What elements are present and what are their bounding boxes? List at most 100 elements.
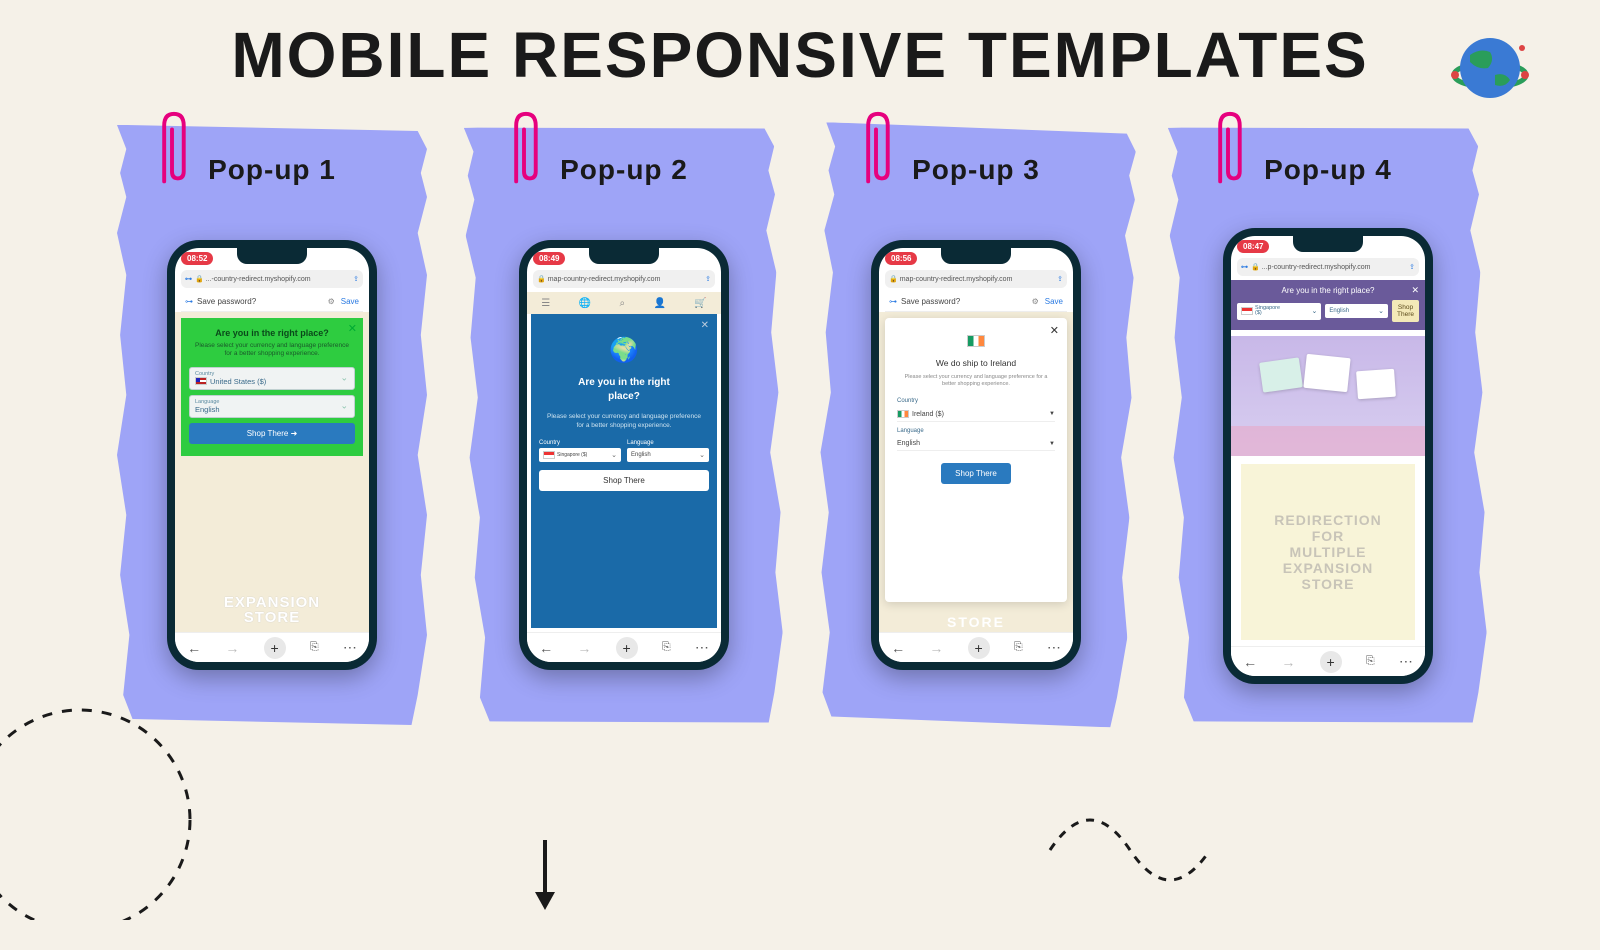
url-bar[interactable]: ⊶🔒...p-country-redirect.myshopify.com⇪ [1237, 258, 1419, 276]
back-icon[interactable]: ← [539, 640, 553, 656]
share-icon[interactable]: ⇪ [1409, 263, 1415, 271]
back-icon[interactable]: ← [187, 640, 201, 656]
more-icon[interactable]: ⋯ [343, 639, 357, 656]
popup-subtext: Please select your currency and language… [897, 374, 1055, 388]
url-bar[interactable]: 🔒map-country-redirect.myshopify.com⇪ [885, 270, 1067, 288]
popup-subtext: Please select your currency and language… [189, 342, 355, 359]
close-icon[interactable]: ✕ [348, 322, 357, 335]
language-select[interactable]: English⌄ [1325, 304, 1388, 318]
more-icon[interactable]: ⋯ [1399, 653, 1413, 670]
language-select[interactable]: English ⌄ [627, 448, 709, 462]
globe-icon [1440, 20, 1540, 120]
language-value: English [195, 405, 349, 414]
tabs-icon[interactable]: ⎘ [1366, 655, 1375, 668]
new-tab-icon[interactable]: + [1320, 651, 1342, 673]
new-tab-icon[interactable]: + [264, 637, 286, 659]
share-icon[interactable]: ⇪ [705, 275, 711, 283]
language-value: English [897, 440, 920, 447]
phone-mockup: 08:56 🔒map-country-redirect.myshopify.co… [871, 240, 1081, 670]
popup-heading: Are you in the right place? [1237, 286, 1419, 295]
popup-banner: ✕ Are you in the right place? Singapore(… [1231, 280, 1425, 330]
new-tab-icon[interactable]: + [616, 637, 638, 659]
country-select[interactable]: CountryUnited States ($)⌄ [189, 367, 355, 390]
flag-ie-icon [897, 332, 1055, 350]
status-time: 08:52 [181, 252, 213, 265]
back-icon[interactable]: ← [1243, 654, 1257, 670]
shop-there-button[interactable]: Shop There [941, 463, 1011, 484]
chevron-down-icon: ⌄ [611, 451, 617, 459]
key-icon: ⊶ [185, 297, 193, 306]
more-icon[interactable]: ⋯ [1047, 639, 1061, 656]
browser-bottom-bar: ← → + ⎘ ⋯ [527, 632, 721, 662]
chevron-down-icon: ⌄ [1312, 307, 1318, 315]
chevron-down-icon: ⌄ [699, 451, 705, 459]
status-time: 08:56 [885, 252, 917, 265]
country-label: Country [897, 398, 1055, 404]
more-icon[interactable]: ⋯ [695, 639, 709, 656]
card-label: Pop-up 2 [469, 154, 779, 186]
flag-sg-icon [543, 451, 555, 459]
lock-icon: 🔒 [1251, 263, 1260, 271]
forward-icon[interactable]: → [929, 640, 943, 656]
save-password-label: Save password? [901, 297, 960, 306]
status-time: 08:49 [533, 252, 565, 265]
status-time: 08:47 [1237, 240, 1269, 253]
search-icon[interactable]: ⌕ [619, 298, 625, 309]
popup-subtext: Please select your currency and language… [539, 412, 709, 430]
close-icon[interactable]: ✕ [1411, 285, 1419, 296]
doodle-swirl-icon [1030, 750, 1230, 950]
save-button[interactable]: Save [1045, 297, 1063, 306]
phone-mockup: 08:47 ⊶🔒...p-country-redirect.myshopify.… [1223, 228, 1433, 684]
tabs-icon[interactable]: ⎘ [1014, 641, 1023, 654]
gear-icon[interactable]: ⚙ [1032, 297, 1039, 306]
language-label: Language [897, 428, 1055, 434]
url-bar[interactable]: ⊶🔒...-country-redirect.myshopify.com⇪ [181, 270, 363, 288]
popup-card-3: Pop-up 3 08:56 🔒map-country-redirect.mys… [821, 110, 1131, 730]
back-icon[interactable]: ← [891, 640, 905, 656]
cart-icon[interactable]: 🛒 [694, 298, 706, 309]
language-value: English [1329, 308, 1349, 314]
flag-sg-icon [1241, 307, 1253, 315]
menu-icon[interactable]: ☰ [541, 298, 550, 309]
share-icon[interactable]: ⇪ [1057, 275, 1063, 283]
browser-bottom-bar: ← → + ⎘ ⋯ [1231, 646, 1425, 676]
forward-icon[interactable]: → [1281, 654, 1295, 670]
chevron-down-icon: ⌄ [340, 401, 348, 412]
popup-card-4: Pop-up 4 08:47 ⊶🔒...p-country-redirect.m… [1173, 110, 1483, 730]
shop-there-button[interactable]: Shop There [539, 470, 709, 491]
tabs-icon[interactable]: ⎘ [662, 641, 671, 654]
chevron-down-icon: ▼ [1049, 411, 1055, 417]
language-value: English [631, 452, 651, 458]
country-select[interactable]: Singapore($)⌄ [1237, 303, 1321, 320]
language-select[interactable]: English▼ [897, 437, 1055, 451]
url-bar[interactable]: 🔒map-country-redirect.myshopify.com⇪ [533, 270, 715, 288]
country-value: Singapore ($) [557, 452, 587, 458]
card-label: Pop-up 3 [821, 154, 1131, 186]
hero-image [1231, 336, 1425, 456]
user-icon[interactable]: 👤 [653, 298, 665, 309]
save-button[interactable]: Save [341, 297, 359, 306]
popup-card-1: Pop-up 1 08:52 ⊶🔒...-country-redirect.my… [117, 110, 427, 730]
close-icon[interactable]: ✕ [1050, 324, 1059, 337]
shop-there-button[interactable]: ShopThere [1392, 300, 1419, 322]
shop-there-button[interactable]: Shop There ➜ [189, 423, 355, 444]
gear-icon[interactable]: ⚙ [328, 297, 335, 306]
country-select[interactable]: Singapore ($) ⌄ [539, 448, 621, 462]
page-title: MOBILE RESPONSIVE TEMPLATES [0, 0, 1600, 92]
forward-icon[interactable]: → [577, 640, 591, 656]
lock-icon: 🔒 [195, 275, 204, 283]
browser-bottom-bar: ← → + ⎘ ⋯ [175, 632, 369, 662]
url-text: map-country-redirect.myshopify.com [548, 276, 661, 283]
globe-icon: 🌐 [579, 298, 591, 309]
key-icon: ⊶ [185, 275, 192, 283]
language-select[interactable]: LanguageEnglish⌄ [189, 395, 355, 418]
close-icon[interactable]: ✕ [701, 320, 709, 331]
country-select[interactable]: Ireland ($)▼ [897, 407, 1055, 422]
store-title: STORE [879, 614, 1073, 630]
forward-icon[interactable]: → [225, 640, 239, 656]
new-tab-icon[interactable]: + [968, 637, 990, 659]
tabs-icon[interactable]: ⎘ [310, 641, 319, 654]
share-icon[interactable]: ⇪ [353, 275, 359, 283]
save-password-bar: ⊶Save password?⚙Save [181, 292, 363, 312]
chevron-down-icon: ⌄ [340, 373, 348, 384]
